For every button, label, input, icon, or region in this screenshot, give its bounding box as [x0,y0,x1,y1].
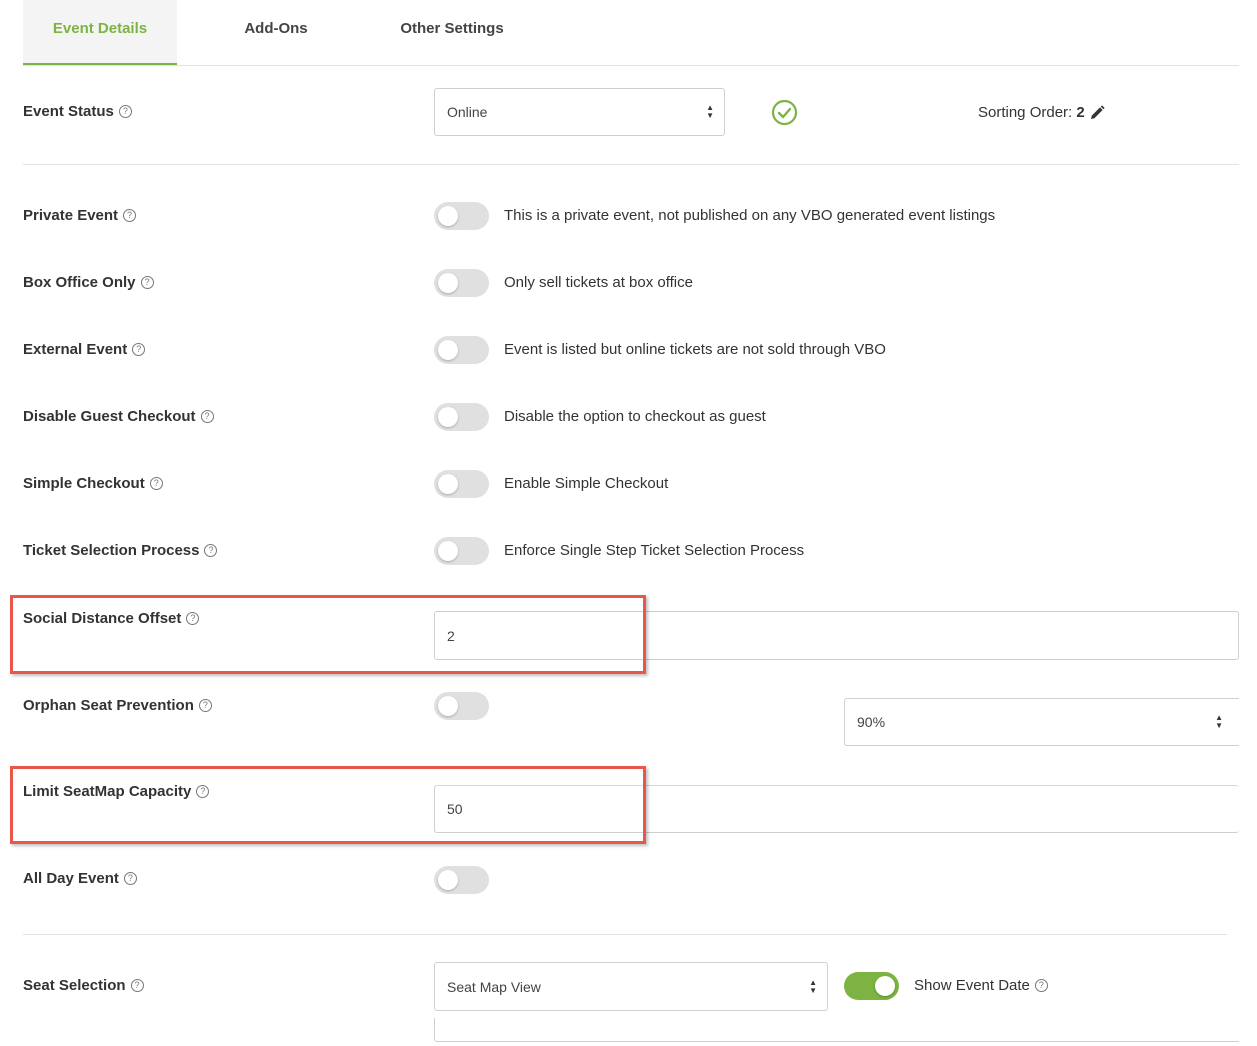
tab-event-details[interactable]: Event Details [23,0,177,65]
event-status-label: Event Status? [23,103,132,120]
select-arrows-icon: ▲ ▼ [809,977,817,995]
ticket-selection-process-label: Ticket Selection Process? [23,542,218,559]
event-status-select[interactable]: Online ▲ ▼ [434,88,725,136]
tabs-divider [23,65,1239,66]
tab-add-ons[interactable]: Add-Ons [200,0,352,65]
seat-selection-select[interactable]: Seat Map View ▲ ▼ [434,962,828,1011]
disable-guest-checkout-toggle[interactable] [434,403,489,431]
select-arrows-icon: ▲ ▼ [706,103,714,120]
check-circle-icon [771,99,798,126]
all-day-event-label: All Day Event? [23,870,137,887]
help-icon[interactable]: ? [200,410,214,423]
help-icon[interactable]: ? [204,544,218,557]
section-divider [23,164,1239,165]
external-event-description: Event is listed but online tickets are n… [504,341,886,358]
show-event-date-label: Show Event Date? [914,977,1048,994]
help-icon[interactable]: ? [149,477,163,490]
tab-other-settings[interactable]: Other Settings [372,0,532,65]
all-day-event-toggle[interactable] [434,866,489,894]
orphan-seat-prevention-toggle[interactable] [434,692,489,720]
disable-guest-checkout-description: Disable the option to checkout as guest [504,408,766,425]
private-event-toggle[interactable] [434,202,489,230]
private-event-label: Private Event? [23,207,137,224]
box-office-only-toggle[interactable] [434,269,489,297]
simple-checkout-description: Enable Simple Checkout [504,475,669,492]
seat-selection-label: Seat Selection? [23,977,144,994]
section-divider [23,934,1227,935]
help-icon[interactable]: ? [198,699,212,712]
select-arrows-icon: ▲ ▼ [1215,713,1223,730]
highlight-box [10,766,646,844]
help-icon[interactable]: ? [140,276,154,289]
help-icon[interactable]: ? [130,979,144,992]
help-icon[interactable]: ? [132,343,146,356]
disable-guest-checkout-label: Disable Guest Checkout? [23,408,214,425]
pencil-icon[interactable] [1089,104,1105,121]
external-event-label: External Event? [23,341,146,358]
ticket-selection-process-toggle[interactable] [434,537,489,565]
external-event-toggle[interactable] [434,336,489,364]
sorting-order: Sorting Order: 2 [978,104,1105,121]
help-icon[interactable]: ? [1034,979,1048,992]
orphan-seat-prevention-label: Orphan Seat Prevention? [23,697,212,714]
help-icon[interactable]: ? [123,209,137,222]
orphan-seat-percent-select[interactable]: 90% ▲ ▼ [844,698,1239,746]
simple-checkout-label: Simple Checkout? [23,475,163,492]
seat-selection-extra-field[interactable] [434,1018,1239,1042]
highlight-box [10,595,646,674]
box-office-only-label: Box Office Only? [23,274,154,291]
show-event-date-toggle[interactable] [844,972,899,1000]
help-icon[interactable]: ? [118,105,132,118]
private-event-description: This is a private event, not published o… [504,207,996,224]
ticket-selection-process-description: Enforce Single Step Ticket Selection Pro… [504,542,805,559]
box-office-only-description: Only sell tickets at box office [504,274,693,291]
simple-checkout-toggle[interactable] [434,470,489,498]
help-icon[interactable]: ? [123,872,137,885]
